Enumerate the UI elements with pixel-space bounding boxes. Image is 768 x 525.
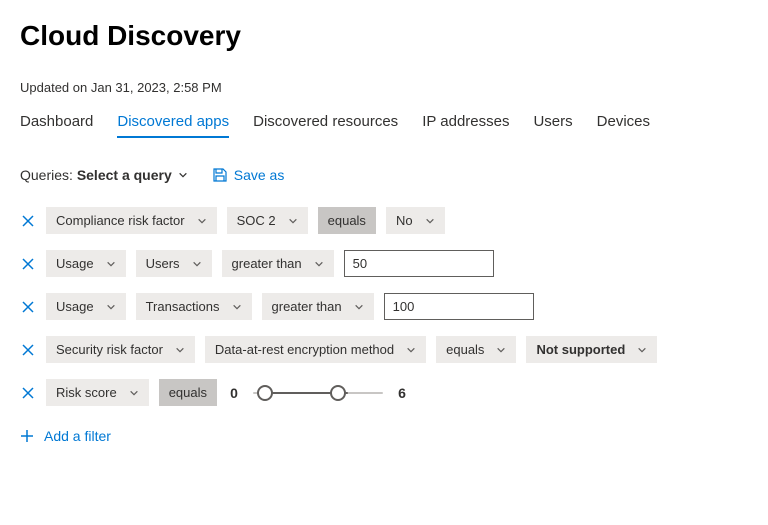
chevron-down-icon [197, 216, 207, 226]
save-icon [212, 167, 228, 183]
close-icon [22, 301, 34, 313]
plus-icon [20, 429, 34, 443]
filter-category-label: Compliance risk factor [56, 213, 185, 228]
chevron-down-icon [106, 259, 116, 269]
filter-row: Compliance risk factor SOC 2 equals No [20, 207, 748, 234]
filter-operator-label: greater than [232, 256, 302, 271]
save-as-button[interactable]: Save as [212, 167, 285, 183]
filter-sub-dropdown[interactable]: Transactions [136, 293, 252, 320]
chevron-down-icon [637, 345, 647, 355]
slider-track[interactable] [253, 383, 383, 403]
chevron-down-icon [288, 216, 298, 226]
close-icon [22, 387, 34, 399]
filter-category-label: Usage [56, 299, 94, 314]
chevron-down-icon [314, 259, 324, 269]
filter-sub-dropdown[interactable]: Data-at-rest encryption method [205, 336, 426, 363]
filter-sub-label: Users [146, 256, 180, 271]
page-title: Cloud Discovery [20, 20, 748, 52]
filter-category-dropdown[interactable]: Risk score [46, 379, 149, 406]
chevron-down-icon [406, 345, 416, 355]
chevron-down-icon [232, 302, 242, 312]
chevron-down-icon [354, 302, 364, 312]
filter-value-label: Not supported [536, 342, 625, 357]
save-as-label: Save as [234, 167, 285, 183]
chevron-down-icon [496, 345, 506, 355]
filter-sub-dropdown[interactable]: SOC 2 [227, 207, 308, 234]
filter-value-label: No [396, 213, 413, 228]
filter-sub-label: Transactions [146, 299, 220, 314]
remove-filter-button[interactable] [20, 256, 36, 272]
queries-label: Queries: [20, 167, 73, 183]
filter-operator-label: greater than [272, 299, 342, 314]
filter-category-dropdown[interactable]: Compliance risk factor [46, 207, 217, 234]
risk-score-slider: 0 6 [227, 383, 409, 403]
filter-operator-dropdown[interactable]: equals [159, 379, 217, 406]
chevron-down-icon [175, 345, 185, 355]
filter-operator-label: equals [446, 342, 484, 357]
remove-filter-button[interactable] [20, 385, 36, 401]
filter-row-risk-score: Risk score equals 0 6 [20, 379, 748, 406]
chevron-down-icon [106, 302, 116, 312]
close-icon [22, 258, 34, 270]
filter-category-dropdown[interactable]: Security risk factor [46, 336, 195, 363]
close-icon [22, 215, 34, 227]
tab-devices[interactable]: Devices [597, 113, 650, 138]
add-filter-button[interactable]: Add a filter [20, 428, 111, 444]
tab-users[interactable]: Users [533, 113, 572, 138]
filter-row: Security risk factor Data-at-rest encryp… [20, 336, 748, 363]
chevron-down-icon [178, 170, 188, 180]
filter-value-dropdown[interactable]: Not supported [526, 336, 657, 363]
slider-min-value: 0 [227, 385, 241, 401]
filter-value-input[interactable] [344, 250, 494, 277]
filter-operator-dropdown[interactable]: equals [318, 207, 376, 234]
updated-timestamp: Updated on Jan 31, 2023, 2:58 PM [20, 80, 748, 95]
filter-category-dropdown[interactable]: Usage [46, 250, 126, 277]
slider-thumb-min[interactable] [257, 385, 273, 401]
add-filter-label: Add a filter [44, 428, 111, 444]
filter-category-label: Usage [56, 256, 94, 271]
tab-discovered-apps[interactable]: Discovered apps [117, 113, 229, 138]
filter-category-label: Risk score [56, 385, 117, 400]
tabs-bar: Dashboard Discovered apps Discovered res… [20, 113, 748, 139]
remove-filter-button[interactable] [20, 299, 36, 315]
slider-max-value: 6 [395, 385, 409, 401]
queries-select-text: Select a query [77, 167, 172, 183]
close-icon [22, 344, 34, 356]
filter-row: Usage Transactions greater than [20, 293, 748, 320]
remove-filter-button[interactable] [20, 342, 36, 358]
queries-row: Queries: Select a query Save as [20, 167, 748, 183]
chevron-down-icon [425, 216, 435, 226]
filter-value-dropdown[interactable]: No [386, 207, 445, 234]
chevron-down-icon [192, 259, 202, 269]
filter-operator-label: equals [169, 385, 207, 400]
filter-sub-label: SOC 2 [237, 213, 276, 228]
tab-dashboard[interactable]: Dashboard [20, 113, 93, 138]
filter-operator-dropdown[interactable]: greater than [262, 293, 374, 320]
tab-discovered-resources[interactable]: Discovered resources [253, 113, 398, 138]
filter-operator-dropdown[interactable]: greater than [222, 250, 334, 277]
filter-operator-label: equals [328, 213, 366, 228]
chevron-down-icon [129, 388, 139, 398]
filter-operator-dropdown[interactable]: equals [436, 336, 516, 363]
remove-filter-button[interactable] [20, 213, 36, 229]
filter-sub-label: Data-at-rest encryption method [215, 342, 394, 357]
slider-thumb-max[interactable] [330, 385, 346, 401]
filter-value-input[interactable] [384, 293, 534, 320]
tab-ip-addresses[interactable]: IP addresses [422, 113, 509, 138]
filter-category-dropdown[interactable]: Usage [46, 293, 126, 320]
filter-category-label: Security risk factor [56, 342, 163, 357]
filter-sub-dropdown[interactable]: Users [136, 250, 212, 277]
filter-row: Usage Users greater than [20, 250, 748, 277]
queries-select[interactable]: Select a query [77, 167, 188, 183]
